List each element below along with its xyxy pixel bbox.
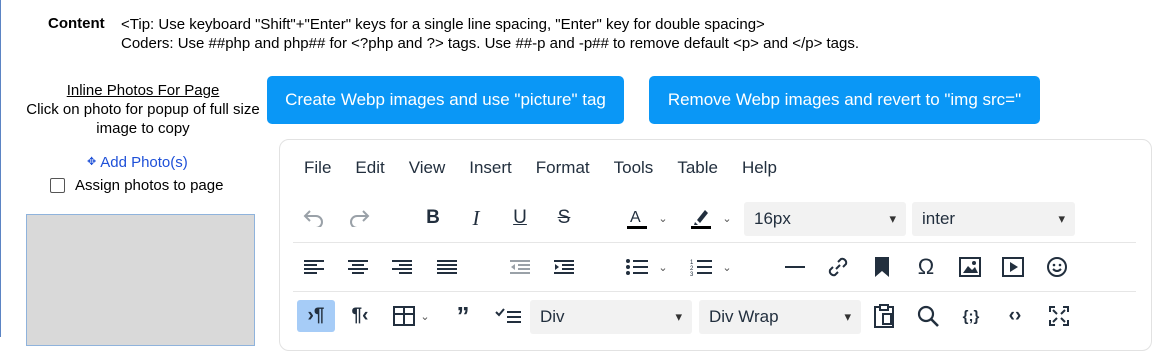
align-right-icon[interactable] <box>386 251 418 283</box>
paste-icon[interactable] <box>868 300 900 332</box>
tip-line-1: <Tip: Use keyboard "Shift"+"Enter" keys … <box>121 16 765 33</box>
text-color-icon[interactable]: A <box>621 202 653 234</box>
editor-tip: <Tip: Use keyboard "Shift"+"Enter" keys … <box>121 15 859 53</box>
toolbar-divider <box>293 291 1136 292</box>
add-photos-link[interactable]: ✥ Add Photo(s) <box>87 154 188 171</box>
block-format-value: Div <box>540 307 565 326</box>
indent-icon[interactable] <box>548 251 580 283</box>
rtl-icon[interactable]: ¶‹ <box>344 300 376 332</box>
media-icon[interactable] <box>997 251 1029 283</box>
italic-icon[interactable]: I <box>460 202 492 234</box>
code-sample-icon[interactable]: {;} <box>955 300 987 332</box>
fullscreen-icon[interactable] <box>1043 300 1075 332</box>
redo-icon[interactable] <box>343 202 375 234</box>
highlight-dropdown[interactable]: ⌄ <box>717 202 737 234</box>
numbered-list-dropdown[interactable]: ⌄ <box>717 251 737 283</box>
align-left-icon[interactable] <box>298 251 330 283</box>
tip-line-2: Coders: Use ##php and php## for <?php an… <box>121 35 860 52</box>
remove-webp-button[interactable]: Remove Webp images and revert to "img sr… <box>649 76 1040 124</box>
strikethrough-icon[interactable]: S <box>548 202 580 234</box>
bullet-list-dropdown[interactable]: ⌄ <box>653 251 673 283</box>
text-color-dropdown[interactable]: ⌄ <box>653 202 673 234</box>
font-family-value: inter <box>922 209 956 228</box>
horizontal-line-icon[interactable] <box>779 251 811 283</box>
source-code-icon[interactable]: ‹› <box>999 300 1031 332</box>
highlight-icon[interactable] <box>685 202 717 234</box>
bookmark-icon[interactable] <box>866 251 898 283</box>
outdent-icon[interactable] <box>504 251 536 283</box>
blockquote-icon[interactable]: ” <box>447 300 479 332</box>
menu-file[interactable]: File <box>304 158 331 178</box>
menu-table[interactable]: Table <box>677 158 718 178</box>
chevron-down-icon: ⌄ <box>658 261 668 274</box>
chevron-down-icon: ⌄ <box>722 261 732 274</box>
chevron-down-icon: ▾ <box>844 309 851 324</box>
justify-icon[interactable] <box>431 251 463 283</box>
emoji-icon[interactable] <box>1041 251 1073 283</box>
chevron-down-icon: ⌄ <box>658 212 668 225</box>
add-photo-icon: ✥ <box>87 156 97 168</box>
inline-photos-panel: Inline Photos For Page Click on photo fo… <box>22 81 264 138</box>
photo-thumbnail-area[interactable] <box>26 214 255 346</box>
underline-icon[interactable]: U <box>504 202 536 234</box>
page-left-border <box>0 0 1 337</box>
omega-icon[interactable]: Ω <box>910 251 942 283</box>
font-size-select[interactable]: 16px ▾ <box>744 202 906 236</box>
font-family-select[interactable]: inter ▾ <box>912 202 1075 236</box>
menu-help[interactable]: Help <box>742 158 777 178</box>
chevron-down-icon: ▾ <box>675 309 682 324</box>
menu-edit[interactable]: Edit <box>355 158 384 178</box>
numbered-list-icon[interactable]: 123 <box>685 251 717 283</box>
inline-photos-description: Click on photo for popup of full size im… <box>26 101 260 137</box>
link-icon[interactable] <box>822 251 854 283</box>
assign-photos-checkbox[interactable] <box>50 178 65 193</box>
align-center-icon[interactable] <box>342 251 374 283</box>
toolbar-divider <box>293 242 1136 243</box>
list-check-icon[interactable] <box>492 300 524 332</box>
bold-icon[interactable]: B <box>417 202 449 234</box>
create-webp-button[interactable]: Create Webp images and use "picture" tag <box>267 76 624 124</box>
undo-icon[interactable] <box>298 202 330 234</box>
wrap-format-select[interactable]: Div Wrap ▾ <box>699 300 861 334</box>
search-icon[interactable] <box>912 300 944 332</box>
image-icon[interactable] <box>954 251 986 283</box>
ltr-icon[interactable]: ›¶ <box>297 300 335 332</box>
add-photos-label: Add Photo(s) <box>100 154 188 171</box>
bullet-list-icon[interactable] <box>621 251 653 283</box>
svg-text:3: 3 <box>690 272 694 276</box>
inline-photos-title: Inline Photos For Page <box>66 82 220 99</box>
svg-text:A: A <box>630 209 641 226</box>
font-size-value: 16px <box>754 209 791 228</box>
chevron-down-icon: ▾ <box>889 211 896 226</box>
assign-photos-label: Assign photos to page <box>75 177 224 194</box>
menu-format[interactable]: Format <box>536 158 590 178</box>
assign-photos-option[interactable]: Assign photos to page <box>50 177 223 194</box>
chevron-down-icon: ▾ <box>1058 211 1065 226</box>
menu-tools[interactable]: Tools <box>614 158 654 178</box>
editor-menubar: File Edit View Insert Format Tools Table… <box>304 158 801 178</box>
menu-insert[interactable]: Insert <box>469 158 512 178</box>
chevron-down-icon: ⌄ <box>420 310 430 323</box>
menu-view[interactable]: View <box>409 158 446 178</box>
content-label: Content <box>48 15 105 32</box>
wrap-format-value: Div Wrap <box>709 307 779 326</box>
block-format-select[interactable]: Div ▾ <box>530 300 692 334</box>
chevron-down-icon: ⌄ <box>722 212 732 225</box>
table-dropdown[interactable]: ⌄ <box>415 300 435 332</box>
